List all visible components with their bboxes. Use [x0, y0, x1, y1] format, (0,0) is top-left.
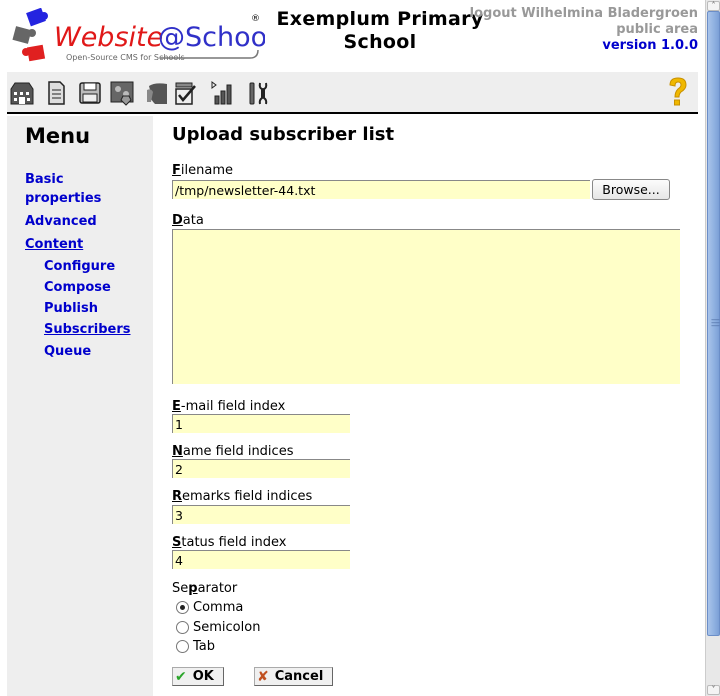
grip-icon: — — — — [711, 315, 720, 331]
ok-button[interactable]: ✔ OK — [172, 667, 224, 686]
sidebar-item-configure[interactable]: Configure — [44, 257, 115, 276]
svg-text:®: ® — [251, 14, 260, 24]
public-area-link[interactable]: public area — [470, 22, 698, 38]
page-manager-icon[interactable] — [43, 80, 69, 106]
separator-option-semicolon[interactable]: Semicolon — [176, 620, 260, 635]
sidebar-item-basic-properties[interactable]: Basic properties — [25, 170, 101, 208]
filename-input[interactable] — [172, 180, 590, 199]
separator-option-comma[interactable]: Comma — [176, 600, 243, 615]
toolbar — [7, 72, 698, 114]
sidebar-item-subscribers[interactable]: Subscribers — [44, 320, 131, 339]
modules-icon[interactable] — [109, 80, 135, 106]
cross-icon: ✘ — [257, 668, 269, 685]
status-field-index-label: Status field index — [172, 535, 287, 550]
statistics-icon[interactable] — [209, 80, 235, 106]
website-at-school-logo[interactable]: Website @School Open-Source CMS for Scho… — [10, 8, 265, 66]
page-title: Upload subscriber list — [172, 124, 395, 145]
site-title: Exemplum Primary School — [276, 8, 484, 53]
sidebar-item-compose[interactable]: Compose — [44, 278, 111, 297]
tools-icon[interactable] — [245, 80, 271, 106]
scroll-down-arrow-icon[interactable]: ˅ — [707, 685, 720, 695]
sidebar-menu: Menu Basic properties Advanced Content C… — [7, 116, 153, 696]
radio-tab[interactable] — [176, 640, 189, 653]
account-manager-icon[interactable] — [145, 80, 171, 106]
svg-text:Website: Website — [54, 22, 163, 53]
sidebar-item-queue[interactable]: Queue — [44, 342, 91, 361]
data-label: Data — [172, 213, 204, 228]
menu-title: Menu — [25, 124, 91, 148]
sidebar-item-publish[interactable]: Publish — [44, 299, 98, 318]
cancel-button[interactable]: ✘ Cancel — [254, 667, 333, 686]
header: Website @School Open-Source CMS for Scho… — [0, 0, 705, 72]
user-info: logout Wilhelmina Bladergroen public are… — [470, 6, 698, 54]
scroll-up-arrow-icon[interactable]: ˄ — [707, 1, 720, 11]
puzzle-pieces-icon — [12, 8, 48, 62]
separator-option-tab[interactable]: Tab — [176, 639, 215, 654]
name-field-indices-label: Name field indices — [172, 444, 294, 459]
vertical-scrollbar[interactable]: ˄ — — — ˅ — [705, 0, 720, 696]
configuration-manager-icon[interactable] — [173, 80, 199, 106]
version-link[interactable]: version 1.0.0 — [470, 38, 698, 54]
name-field-indices-input[interactable] — [172, 459, 350, 478]
start-center-icon[interactable] — [9, 80, 35, 106]
data-textarea[interactable] — [172, 229, 680, 384]
checkmark-icon: ✔ — [175, 668, 187, 685]
logout-link[interactable]: logout Wilhelmina Bladergroen — [470, 6, 698, 22]
scrollbar-thumb[interactable]: — — — — [707, 11, 720, 636]
email-field-index-input[interactable] — [172, 414, 350, 433]
separator-label: Separator — [172, 581, 238, 596]
status-field-index-input[interactable] — [172, 550, 350, 569]
file-manager-icon[interactable] — [77, 80, 103, 106]
email-field-index-label: E-mail field index — [172, 399, 286, 414]
svg-text:@School: @School — [158, 22, 265, 53]
radio-comma[interactable] — [176, 601, 189, 614]
remarks-field-indices-label: Remarks field indices — [172, 489, 313, 504]
remarks-field-indices-input[interactable] — [172, 505, 350, 524]
filename-label: Filename — [172, 163, 233, 178]
browse-button[interactable]: Browse... — [592, 179, 670, 200]
radio-semicolon[interactable] — [176, 621, 189, 634]
help-icon[interactable] — [666, 76, 690, 108]
sidebar-item-content[interactable]: Content — [25, 235, 83, 254]
sidebar-item-advanced[interactable]: Advanced — [25, 212, 97, 231]
